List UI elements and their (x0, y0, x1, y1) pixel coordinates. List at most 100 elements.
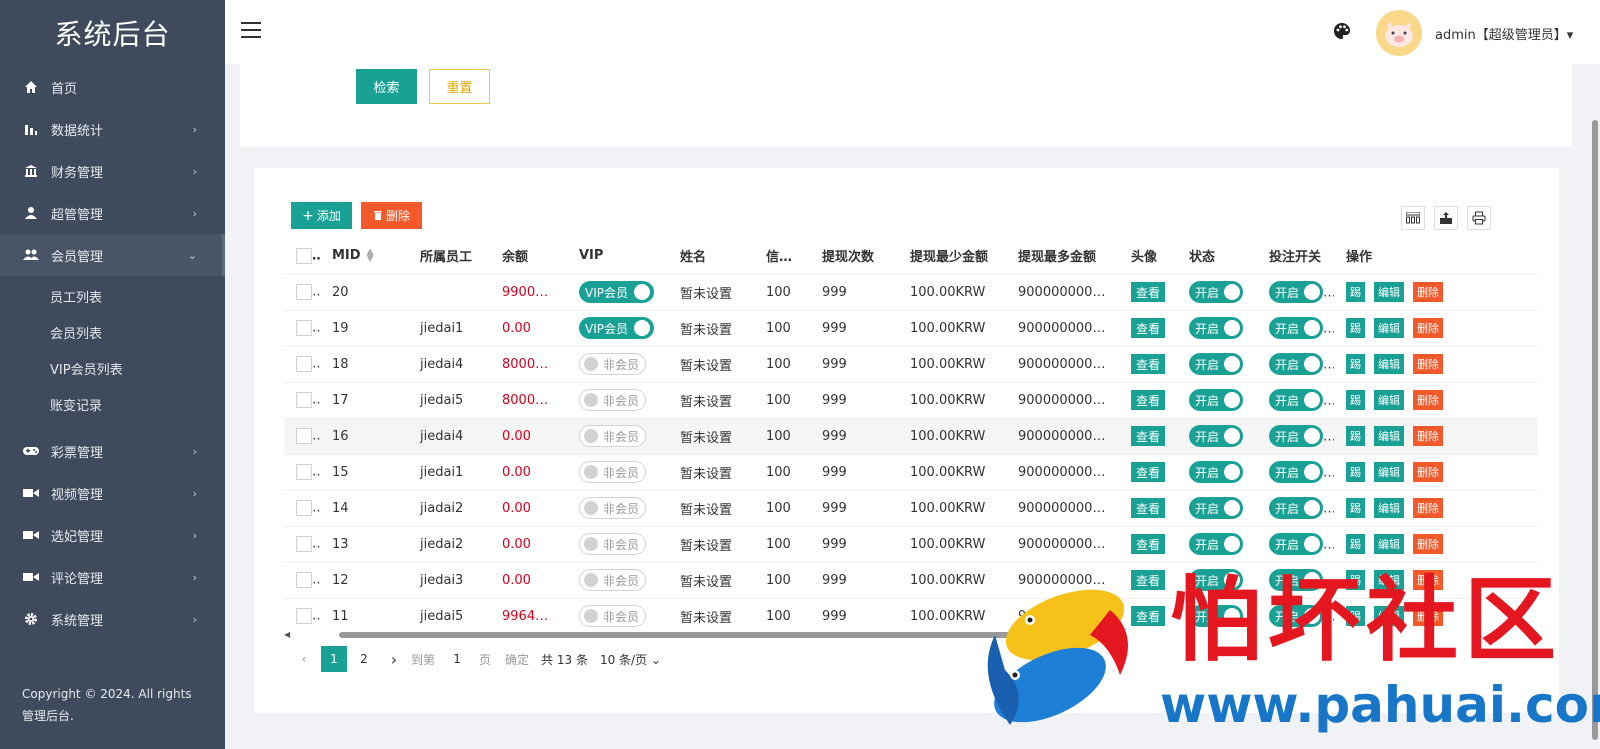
vip-toggle[interactable]: 非会员 (579, 425, 647, 447)
status-toggle[interactable]: 开启 (1189, 461, 1244, 483)
vip-toggle[interactable]: 非会员 (579, 569, 647, 591)
vertical-scrollbar[interactable] (1590, 64, 1600, 749)
sidebar-item-members[interactable]: 会员管理 ⌄ (0, 234, 225, 276)
row-checkbox[interactable] (296, 392, 312, 408)
edit-button[interactable]: 编辑 (1374, 498, 1404, 518)
edit-button[interactable]: 编辑 (1374, 318, 1404, 338)
row-delete-button[interactable]: 删除 (1413, 354, 1443, 374)
status-toggle[interactable]: 开启 (1189, 281, 1244, 303)
bet-switch-toggle[interactable]: 开启 (1269, 353, 1324, 375)
horizontal-scroll-thumb[interactable] (339, 632, 1039, 638)
view-avatar-button[interactable]: 查看 (1131, 390, 1166, 410)
print-icon[interactable] (1467, 206, 1491, 230)
row-delete-button[interactable]: 删除 (1413, 498, 1443, 518)
edit-button[interactable]: 编辑 (1374, 282, 1404, 302)
row-delete-button[interactable]: 删除 (1413, 282, 1443, 302)
scroll-left-icon[interactable]: ◀ (284, 630, 290, 639)
status-toggle[interactable]: 开启 (1189, 389, 1244, 411)
goto-page-input[interactable]: 1 (441, 646, 474, 672)
row-checkbox[interactable] (296, 572, 312, 588)
table-row[interactable]: 20 99000… VIP会员 暂未设置 100 999 100.00KRW 90000000… (284, 274, 1538, 311)
table-row[interactable]: 12 jiedai3 0.00 非会员 暂未设置 100 999 100.00KRW 90000… (284, 562, 1538, 599)
sort-icon[interactable]: ▲ ▼ (367, 247, 374, 263)
horizontal-scrollbar[interactable]: ◀ (284, 630, 1538, 639)
row-delete-button[interactable]: 删除 (1413, 426, 1443, 446)
column-header-mid[interactable]: MID ▲ ▼ (320, 238, 408, 275)
row-checkbox[interactable] (296, 464, 312, 480)
delete-button[interactable]: 删除 (361, 202, 422, 229)
page-1[interactable]: 1 (321, 646, 347, 672)
vip-toggle[interactable]: 非会员 (579, 497, 647, 519)
row-checkbox[interactable] (296, 536, 312, 552)
table-row[interactable]: 19 jiedai1 0.00 VIP会员 暂未设置 100 999 100.00KRW 900… (284, 310, 1538, 347)
status-toggle[interactable]: 开启 (1189, 605, 1244, 627)
row-delete-button[interactable]: 删除 (1413, 318, 1443, 338)
vertical-scroll-thumb[interactable] (1592, 120, 1598, 740)
kick-button[interactable]: 踢 (1346, 570, 1365, 590)
theme-palette-icon[interactable] (1333, 22, 1351, 40)
kick-button[interactable]: 踢 (1346, 462, 1365, 482)
goto-confirm-button[interactable]: 确定 (505, 651, 529, 668)
reset-button[interactable]: 重置 (429, 69, 490, 104)
status-toggle[interactable]: 开启 (1189, 533, 1244, 555)
row-checkbox[interactable] (296, 428, 312, 444)
view-avatar-button[interactable]: 查看 (1131, 318, 1166, 338)
vip-toggle[interactable]: 非会员 (579, 533, 647, 555)
add-button[interactable]: + 添加 (291, 202, 352, 229)
sidebar-item-statistics[interactable]: 数据统计 › (0, 108, 225, 150)
edit-button[interactable]: 编辑 (1374, 390, 1404, 410)
view-avatar-button[interactable]: 查看 (1131, 426, 1166, 446)
vip-toggle[interactable]: VIP会员 (579, 281, 654, 303)
prev-page-icon[interactable]: ‹ (291, 646, 317, 672)
avatar[interactable] (1376, 10, 1422, 56)
sidebar-item-home[interactable]: 首页 (0, 66, 225, 108)
menu-toggle-icon[interactable] (241, 22, 261, 40)
bet-switch-toggle[interactable]: 开启 (1269, 569, 1324, 591)
kick-button[interactable]: 踢 (1346, 282, 1365, 302)
table-row[interactable]: 14 jiadai2 0.00 非会员 暂未设置 100 999 100.00KRW 90000… (284, 490, 1538, 527)
sidebar-item-system[interactable]: 系统管理 › (0, 598, 225, 640)
row-delete-button[interactable]: 删除 (1413, 606, 1443, 626)
status-toggle[interactable]: 开启 (1189, 569, 1244, 591)
row-checkbox[interactable] (296, 608, 312, 624)
bet-switch-toggle[interactable]: 开启 (1269, 425, 1324, 447)
search-button[interactable]: 检索 (356, 69, 417, 104)
row-checkbox[interactable] (296, 356, 312, 372)
vip-toggle[interactable]: 非会员 (579, 353, 647, 375)
edit-button[interactable]: 编辑 (1374, 570, 1404, 590)
view-avatar-button[interactable]: 查看 (1131, 462, 1166, 482)
row-checkbox[interactable] (296, 320, 312, 336)
columns-filter-icon[interactable] (1401, 206, 1425, 230)
page-2[interactable]: 2 (351, 646, 377, 672)
submenu-item-member-list[interactable]: 会员列表 (0, 314, 225, 350)
sidebar-item-video[interactable]: 视频管理 › (0, 472, 225, 514)
bet-switch-toggle[interactable]: 开启 (1269, 281, 1324, 303)
view-avatar-button[interactable]: 查看 (1131, 282, 1166, 302)
edit-button[interactable]: 编辑 (1374, 354, 1404, 374)
kick-button[interactable]: 踢 (1346, 390, 1365, 410)
view-avatar-button[interactable]: 查看 (1131, 354, 1166, 374)
kick-button[interactable]: 踢 (1346, 318, 1365, 338)
admin-user-dropdown[interactable]: admin【超级管理员】▾ (1435, 24, 1573, 43)
bet-switch-toggle[interactable]: 开启 (1269, 533, 1324, 555)
status-toggle[interactable]: 开启 (1189, 425, 1244, 447)
edit-button[interactable]: 编辑 (1374, 462, 1404, 482)
submenu-item-balance-log[interactable]: 账变记录 (0, 386, 225, 422)
sidebar-item-selection[interactable]: 选妃管理 › (0, 514, 225, 556)
row-delete-button[interactable]: 删除 (1413, 462, 1443, 482)
sidebar-item-comments[interactable]: 评论管理 › (0, 556, 225, 598)
sidebar-item-finance[interactable]: 财务管理 › (0, 150, 225, 192)
view-avatar-button[interactable]: 查看 (1131, 570, 1166, 590)
row-checkbox[interactable] (296, 284, 312, 300)
next-page-icon[interactable]: › (381, 646, 407, 672)
bet-switch-toggle[interactable]: 开启 (1269, 605, 1324, 627)
bet-switch-toggle[interactable]: 开启 (1269, 389, 1324, 411)
bet-switch-toggle[interactable]: 开启 (1269, 317, 1324, 339)
vip-toggle[interactable]: 非会员 (579, 461, 647, 483)
bet-switch-toggle[interactable]: 开启 (1269, 461, 1324, 483)
table-row[interactable]: 18 jiedai4 80000… 非会员 暂未设置 100 999 100.00KRW 900… (284, 346, 1538, 383)
table-row[interactable]: 17 jiedai5 80000… 非会员 暂未设置 100 999 100.00KRW 900… (284, 382, 1538, 419)
kick-button[interactable]: 踢 (1346, 606, 1365, 626)
kick-button[interactable]: 踢 (1346, 534, 1365, 554)
table-row[interactable]: 16 jiedai4 0.00 非会员 暂未设置 100 999 100.00KRW 90000… (284, 418, 1538, 455)
